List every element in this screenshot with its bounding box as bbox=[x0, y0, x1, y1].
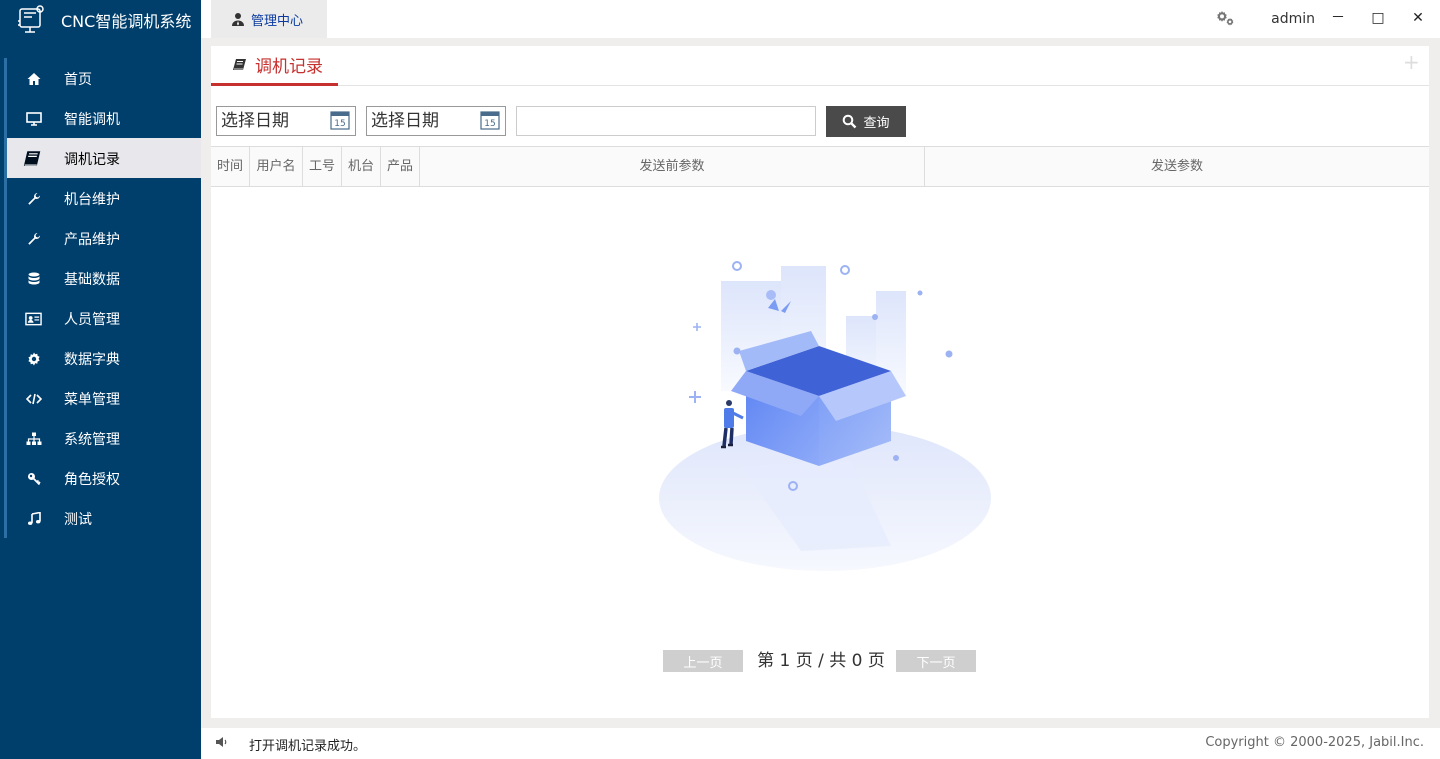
pagination: 上一页 第 1 页 / 共 0 页 下一页 bbox=[211, 650, 1429, 674]
tab-label: 管理中心 bbox=[251, 13, 304, 29]
wrench-icon bbox=[25, 190, 42, 207]
sidebar-item-product-maintenance[interactable]: 产品维护 bbox=[7, 218, 201, 258]
close-button[interactable]: ✕ bbox=[1408, 8, 1428, 28]
logo: CNC智能调机系统 bbox=[0, 0, 201, 38]
speaker-icon bbox=[216, 737, 227, 747]
tab-tuning-records[interactable]: 调机记录 bbox=[211, 46, 338, 86]
records-panel: 调机记录 + 15 15 bbox=[211, 46, 1429, 718]
sidebar-item-label: 数据字典 bbox=[64, 352, 120, 368]
music-icon bbox=[25, 510, 42, 527]
user-tie-icon bbox=[232, 13, 244, 26]
sidebar: CNC智能调机系统 首页 智能调机 调机记录 机台维护 产品维护 基础数据 人员… bbox=[0, 0, 201, 759]
calendar-day: 15 bbox=[484, 119, 495, 129]
id-card-icon bbox=[25, 310, 42, 327]
start-date-input[interactable] bbox=[217, 107, 325, 135]
settings-gear-icon[interactable] bbox=[1214, 9, 1236, 29]
add-tab-icon[interactable]: + bbox=[1403, 52, 1420, 72]
copyright: Copyright © 2000-2025, Jabil.Inc. bbox=[1205, 735, 1424, 750]
sidebar-item-base-data[interactable]: 基础数据 bbox=[7, 258, 201, 298]
sidebar-item-label: 菜单管理 bbox=[64, 392, 120, 408]
column-header-time[interactable]: 时间 bbox=[211, 147, 250, 186]
sidebar-item-label: 智能调机 bbox=[64, 112, 120, 128]
column-header-product[interactable]: 产品 bbox=[381, 147, 420, 186]
book-icon bbox=[23, 150, 42, 167]
end-date-input[interactable] bbox=[367, 107, 475, 135]
maximize-button[interactable]: □ bbox=[1368, 8, 1388, 28]
column-header-params-before-send[interactable]: 发送前参数 bbox=[420, 147, 925, 186]
panel-tab-bar: 调机记录 + bbox=[211, 46, 1429, 86]
gear-icon bbox=[25, 350, 42, 367]
sidebar-item-tuning-records[interactable]: 调机记录 bbox=[7, 138, 201, 178]
sidebar-item-home[interactable]: 首页 bbox=[7, 58, 201, 98]
sidebar-item-label: 产品维护 bbox=[64, 232, 120, 248]
sidebar-item-label: 人员管理 bbox=[64, 312, 120, 328]
calendar-day: 15 bbox=[334, 119, 345, 129]
panel-tab-label: 调机记录 bbox=[255, 57, 323, 77]
wrench-icon bbox=[25, 230, 42, 247]
sidebar-item-label: 测试 bbox=[64, 512, 92, 528]
home-icon bbox=[25, 70, 42, 87]
code-icon bbox=[25, 390, 42, 407]
content-frame: 调机记录 + 15 15 bbox=[201, 38, 1440, 728]
empty-state-illustration bbox=[659, 261, 991, 571]
column-header-params-sent[interactable]: 发送参数 bbox=[925, 147, 1429, 186]
database-icon bbox=[25, 270, 42, 287]
tab-management-center[interactable]: 管理中心 bbox=[211, 0, 327, 38]
column-header-machine[interactable]: 机台 bbox=[342, 147, 381, 186]
search-button-label: 查询 bbox=[863, 116, 890, 131]
logo-icon bbox=[18, 5, 44, 33]
start-date-picker[interactable]: 15 bbox=[216, 106, 356, 136]
minimize-button[interactable]: － bbox=[1328, 8, 1348, 28]
key-icon bbox=[25, 470, 42, 487]
calendar-icon[interactable]: 15 bbox=[330, 110, 350, 130]
page-info: 第 1 页 / 共 0 页 bbox=[757, 651, 885, 671]
sidebar-item-data-dictionary[interactable]: 数据字典 bbox=[7, 338, 201, 378]
app-title: CNC智能调机系统 bbox=[61, 12, 192, 31]
calendar-icon[interactable]: 15 bbox=[480, 110, 500, 130]
sidebar-item-label: 调机记录 bbox=[64, 152, 120, 168]
table-header: 时间 用户名 工号 机台 产品 发送前参数 发送参数 bbox=[211, 146, 1429, 187]
column-header-username[interactable]: 用户名 bbox=[250, 147, 303, 186]
sidebar-item-test[interactable]: 测试 bbox=[7, 498, 201, 538]
sidebar-item-label: 角色授权 bbox=[64, 472, 120, 488]
status-bar: 打开调机记录成功。 Copyright © 2000-2025, Jabil.I… bbox=[201, 728, 1440, 759]
book-icon bbox=[233, 58, 246, 70]
sidebar-item-system-management[interactable]: 系统管理 bbox=[7, 418, 201, 458]
sidebar-item-label: 基础数据 bbox=[64, 272, 120, 288]
keyword-input[interactable] bbox=[516, 106, 816, 136]
next-page-button[interactable]: 下一页 bbox=[896, 650, 976, 672]
sidebar-item-label: 首页 bbox=[64, 72, 92, 88]
sidebar-item-label: 系统管理 bbox=[64, 432, 120, 448]
sidebar-item-machine-maintenance[interactable]: 机台维护 bbox=[7, 178, 201, 218]
sidebar-item-role-authorization[interactable]: 角色授权 bbox=[7, 458, 201, 498]
status-message: 打开调机记录成功。 bbox=[249, 739, 367, 754]
column-header-employee-id[interactable]: 工号 bbox=[303, 147, 342, 186]
sidebar-nav: 首页 智能调机 调机记录 机台维护 产品维护 基础数据 人员管理 数据字典 菜单… bbox=[4, 58, 201, 538]
end-date-picker[interactable]: 15 bbox=[366, 106, 506, 136]
user-name[interactable]: admin bbox=[1271, 11, 1315, 27]
sidebar-item-smart-tuning[interactable]: 智能调机 bbox=[7, 98, 201, 138]
sidebar-item-label: 机台维护 bbox=[64, 192, 120, 208]
sidebar-item-personnel[interactable]: 人员管理 bbox=[7, 298, 201, 338]
search-icon bbox=[843, 114, 857, 129]
sidebar-item-menu-management[interactable]: 菜单管理 bbox=[7, 378, 201, 418]
title-bar: 管理中心 admin － □ ✕ bbox=[201, 0, 1440, 38]
search-button[interactable]: 查询 bbox=[826, 106, 906, 137]
prev-page-button[interactable]: 上一页 bbox=[663, 650, 743, 672]
monitor-icon bbox=[25, 110, 42, 127]
sitemap-icon bbox=[25, 430, 42, 447]
